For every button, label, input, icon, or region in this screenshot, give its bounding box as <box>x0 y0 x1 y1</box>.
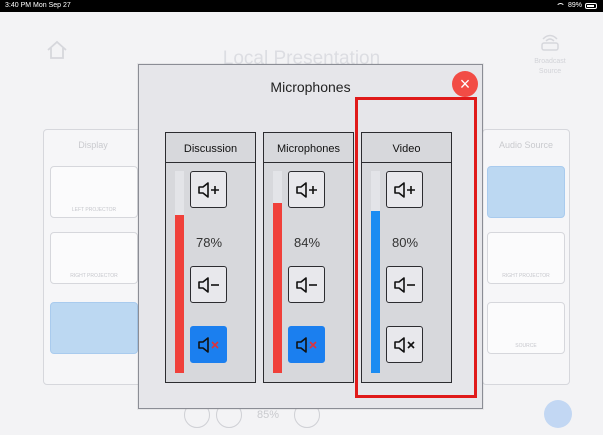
speaker-muted-icon <box>197 336 219 353</box>
broadcast-source-button[interactable]: Broadcast Source <box>520 32 580 77</box>
volume-up-icon <box>197 181 219 198</box>
audio-tile-1[interactable] <box>487 166 565 218</box>
level-meter <box>273 171 282 373</box>
speaker-muted-icon <box>295 336 317 353</box>
volume-up-button[interactable] <box>288 171 325 208</box>
divider <box>166 162 255 163</box>
status-right: 89% <box>555 0 597 12</box>
close-button[interactable]: × <box>452 71 478 97</box>
display-tile-left-projector[interactable]: LEFT PROJECTOR <box>50 166 138 218</box>
audio-panel-title: Audio Source <box>498 140 554 150</box>
dialog-title: Microphones <box>270 79 351 95</box>
battery-icon <box>585 3 597 9</box>
mute-button[interactable] <box>288 326 325 363</box>
status-bar: 3:40 PM Mon Sep 27 89% <box>0 0 603 12</box>
display-panel: Display LEFT PROJECTOR RIGHT PROJECTOR <box>43 129 143 385</box>
volume-up-icon <box>295 181 317 198</box>
channel-name: Microphones <box>277 143 340 155</box>
mute-button[interactable] <box>190 326 227 363</box>
level-meter-fill <box>273 203 282 373</box>
channel-microphones: Microphones 84% <box>263 132 354 383</box>
audio-tile-right-projector[interactable]: RIGHT PROJECTOR <box>487 232 565 284</box>
volume-up-button[interactable] <box>190 171 227 208</box>
volume-percent: 78% <box>195 235 223 250</box>
volume-down-icon <box>197 276 219 293</box>
broadcast-label-1: Broadcast <box>534 58 566 65</box>
volume-down-button[interactable] <box>288 266 325 303</box>
level-meter <box>175 171 184 373</box>
divider <box>264 162 353 163</box>
audio-source-panel: Audio Source RIGHT PROJECTOR SOURCE <box>482 129 570 385</box>
screen: 3:40 PM Mon Sep 27 89% Local Presentatio… <box>0 0 603 435</box>
bg-volume-percent: 85% <box>256 409 280 421</box>
highlight-box <box>355 97 477 398</box>
channel-name: Discussion <box>183 143 238 155</box>
volume-down-icon <box>295 276 317 293</box>
bg-mic-button[interactable] <box>544 400 572 428</box>
volume-percent: 84% <box>293 235 321 250</box>
broadcast-label-2: Source <box>538 68 562 75</box>
volume-down-button[interactable] <box>190 266 227 303</box>
broadcast-icon <box>541 34 559 51</box>
display-panel-title: Display <box>78 140 108 150</box>
wifi-icon <box>555 3 565 9</box>
audio-tile-source[interactable]: SOURCE <box>487 302 565 354</box>
display-tile-all[interactable] <box>50 302 138 354</box>
channel-discussion: Discussion 78% <box>165 132 256 383</box>
level-meter-fill <box>175 215 184 373</box>
status-time: 3:40 PM Mon Sep 27 <box>5 2 71 9</box>
display-tile-right-projector[interactable]: RIGHT PROJECTOR <box>50 232 138 284</box>
battery-percent: 89% <box>567 2 582 9</box>
battery-fill <box>587 5 595 7</box>
